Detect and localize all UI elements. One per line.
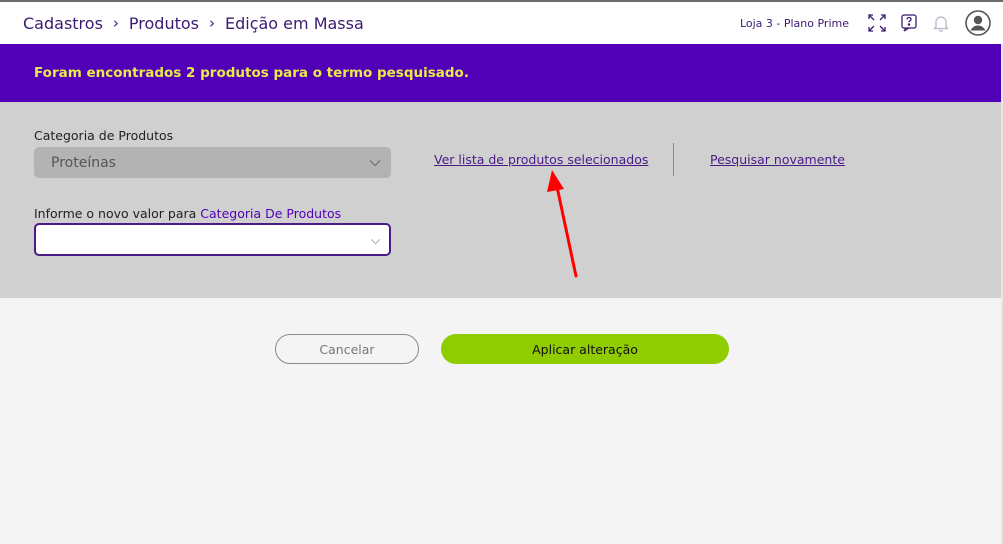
help-icon[interactable] (898, 12, 920, 34)
annotation-arrow-icon (547, 170, 578, 278)
chevron-right-icon: › (208, 14, 215, 32)
divider (673, 143, 674, 176)
current-category-select: Proteínas (34, 147, 391, 178)
breadcrumb-item-current: Edição em Massa (224, 13, 364, 33)
current-category-value: Proteínas (51, 154, 116, 171)
new-value-label-field: Categoria De Produtos (200, 206, 342, 221)
chevron-down-icon (369, 155, 381, 171)
search-again-link[interactable]: Pesquisar novamente (710, 152, 845, 167)
form-actions: Cancelar Aplicar alteração (0, 334, 1003, 364)
top-bar: Cadastros › Produtos › Edição em Massa L… (0, 2, 1003, 44)
user-avatar-icon[interactable] (965, 10, 991, 36)
search-result-banner: Foram encontrados 2 produtos para o term… (0, 44, 1003, 102)
apply-change-button[interactable]: Aplicar alteração (441, 334, 729, 364)
breadcrumb-item-produtos[interactable]: Produtos (129, 14, 199, 33)
header-actions: Loja 3 - Plano Prime (740, 10, 991, 36)
banner-message: Foram encontrados 2 produtos para o term… (34, 65, 469, 81)
cancel-button[interactable]: Cancelar (275, 334, 419, 364)
bell-icon[interactable] (930, 12, 952, 34)
store-plan-label[interactable]: Loja 3 - Plano Prime (740, 17, 849, 30)
category-label: Categoria de Produtos (34, 128, 174, 143)
chevron-right-icon: › (112, 14, 119, 32)
chevron-down-icon[interactable] (370, 230, 381, 249)
new-category-select[interactable] (34, 223, 391, 256)
bulk-edit-panel: Categoria de Produtos Proteínas Ver list… (0, 102, 1003, 298)
expand-icon[interactable] (866, 12, 888, 34)
breadcrumb-item-cadastros[interactable]: Cadastros (23, 14, 103, 33)
new-value-label-prefix: Informe o novo valor para (34, 206, 197, 221)
breadcrumb: Cadastros › Produtos › Edição em Massa (23, 14, 364, 33)
new-value-label: Informe o novo valor para Categoria De P… (34, 206, 341, 221)
